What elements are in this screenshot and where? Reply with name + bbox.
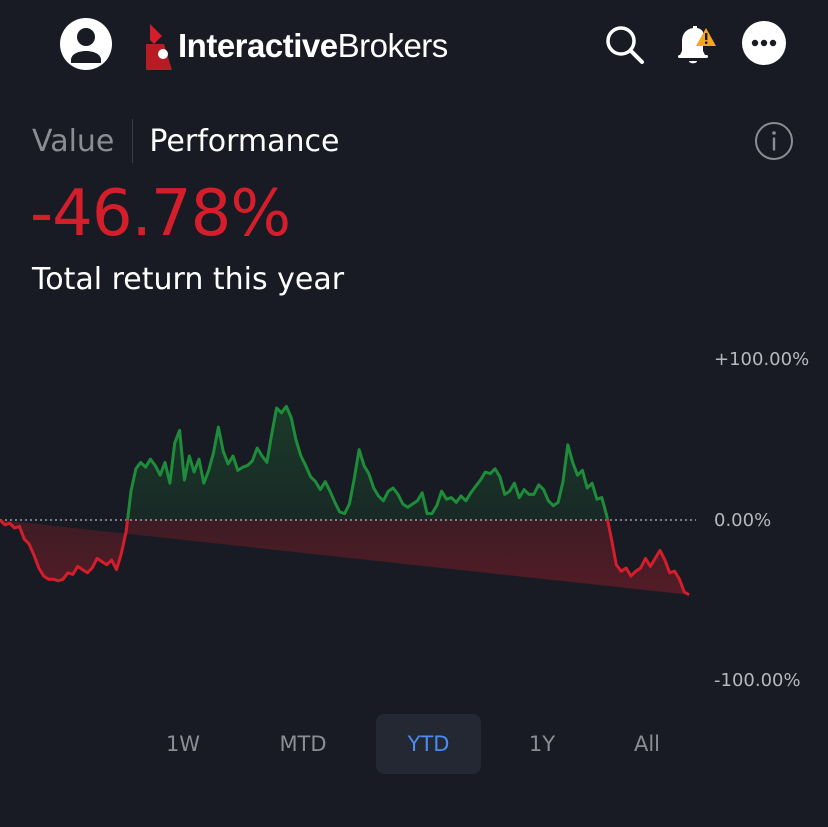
range-mtd[interactable]: MTD xyxy=(250,714,356,774)
bell-alert-icon[interactable] xyxy=(672,22,716,66)
y-tick-top: +100.00% xyxy=(714,349,810,370)
total-return-label: Total return this year xyxy=(32,262,345,297)
brand-logo: InteractiveBrokers xyxy=(142,18,448,74)
range-1y[interactable]: 1Y xyxy=(489,714,595,774)
tab-divider xyxy=(132,119,134,163)
tab-performance[interactable]: Performance xyxy=(149,124,339,159)
app-screen: InteractiveBrokers Value Performance -46… xyxy=(0,0,828,827)
tab-value[interactable]: Value xyxy=(32,124,132,159)
more-icon[interactable] xyxy=(742,21,786,65)
range-selector: 1W MTD YTD 1Y All xyxy=(130,714,710,774)
info-icon[interactable] xyxy=(754,121,794,161)
range-ytd[interactable]: YTD xyxy=(376,714,481,774)
range-all[interactable]: All xyxy=(594,714,700,774)
user-avatar-icon[interactable] xyxy=(60,18,112,70)
logo-mark-icon xyxy=(146,24,172,70)
y-tick-bottom: -100.00% xyxy=(714,670,801,691)
view-tabs: Value Performance xyxy=(32,116,340,166)
total-return-value: -46.78% xyxy=(30,177,291,251)
range-1w[interactable]: 1W xyxy=(130,714,236,774)
logo-text-bold: Interactive xyxy=(178,27,338,64)
performance-chart: +100.00% 0.00% -100.00% xyxy=(0,330,828,710)
top-bar: InteractiveBrokers xyxy=(0,0,828,100)
y-tick-middle: 0.00% xyxy=(714,510,772,531)
search-icon[interactable] xyxy=(602,22,646,66)
logo-text-light: Brokers xyxy=(337,27,449,64)
performance-chart-svg xyxy=(0,404,696,597)
